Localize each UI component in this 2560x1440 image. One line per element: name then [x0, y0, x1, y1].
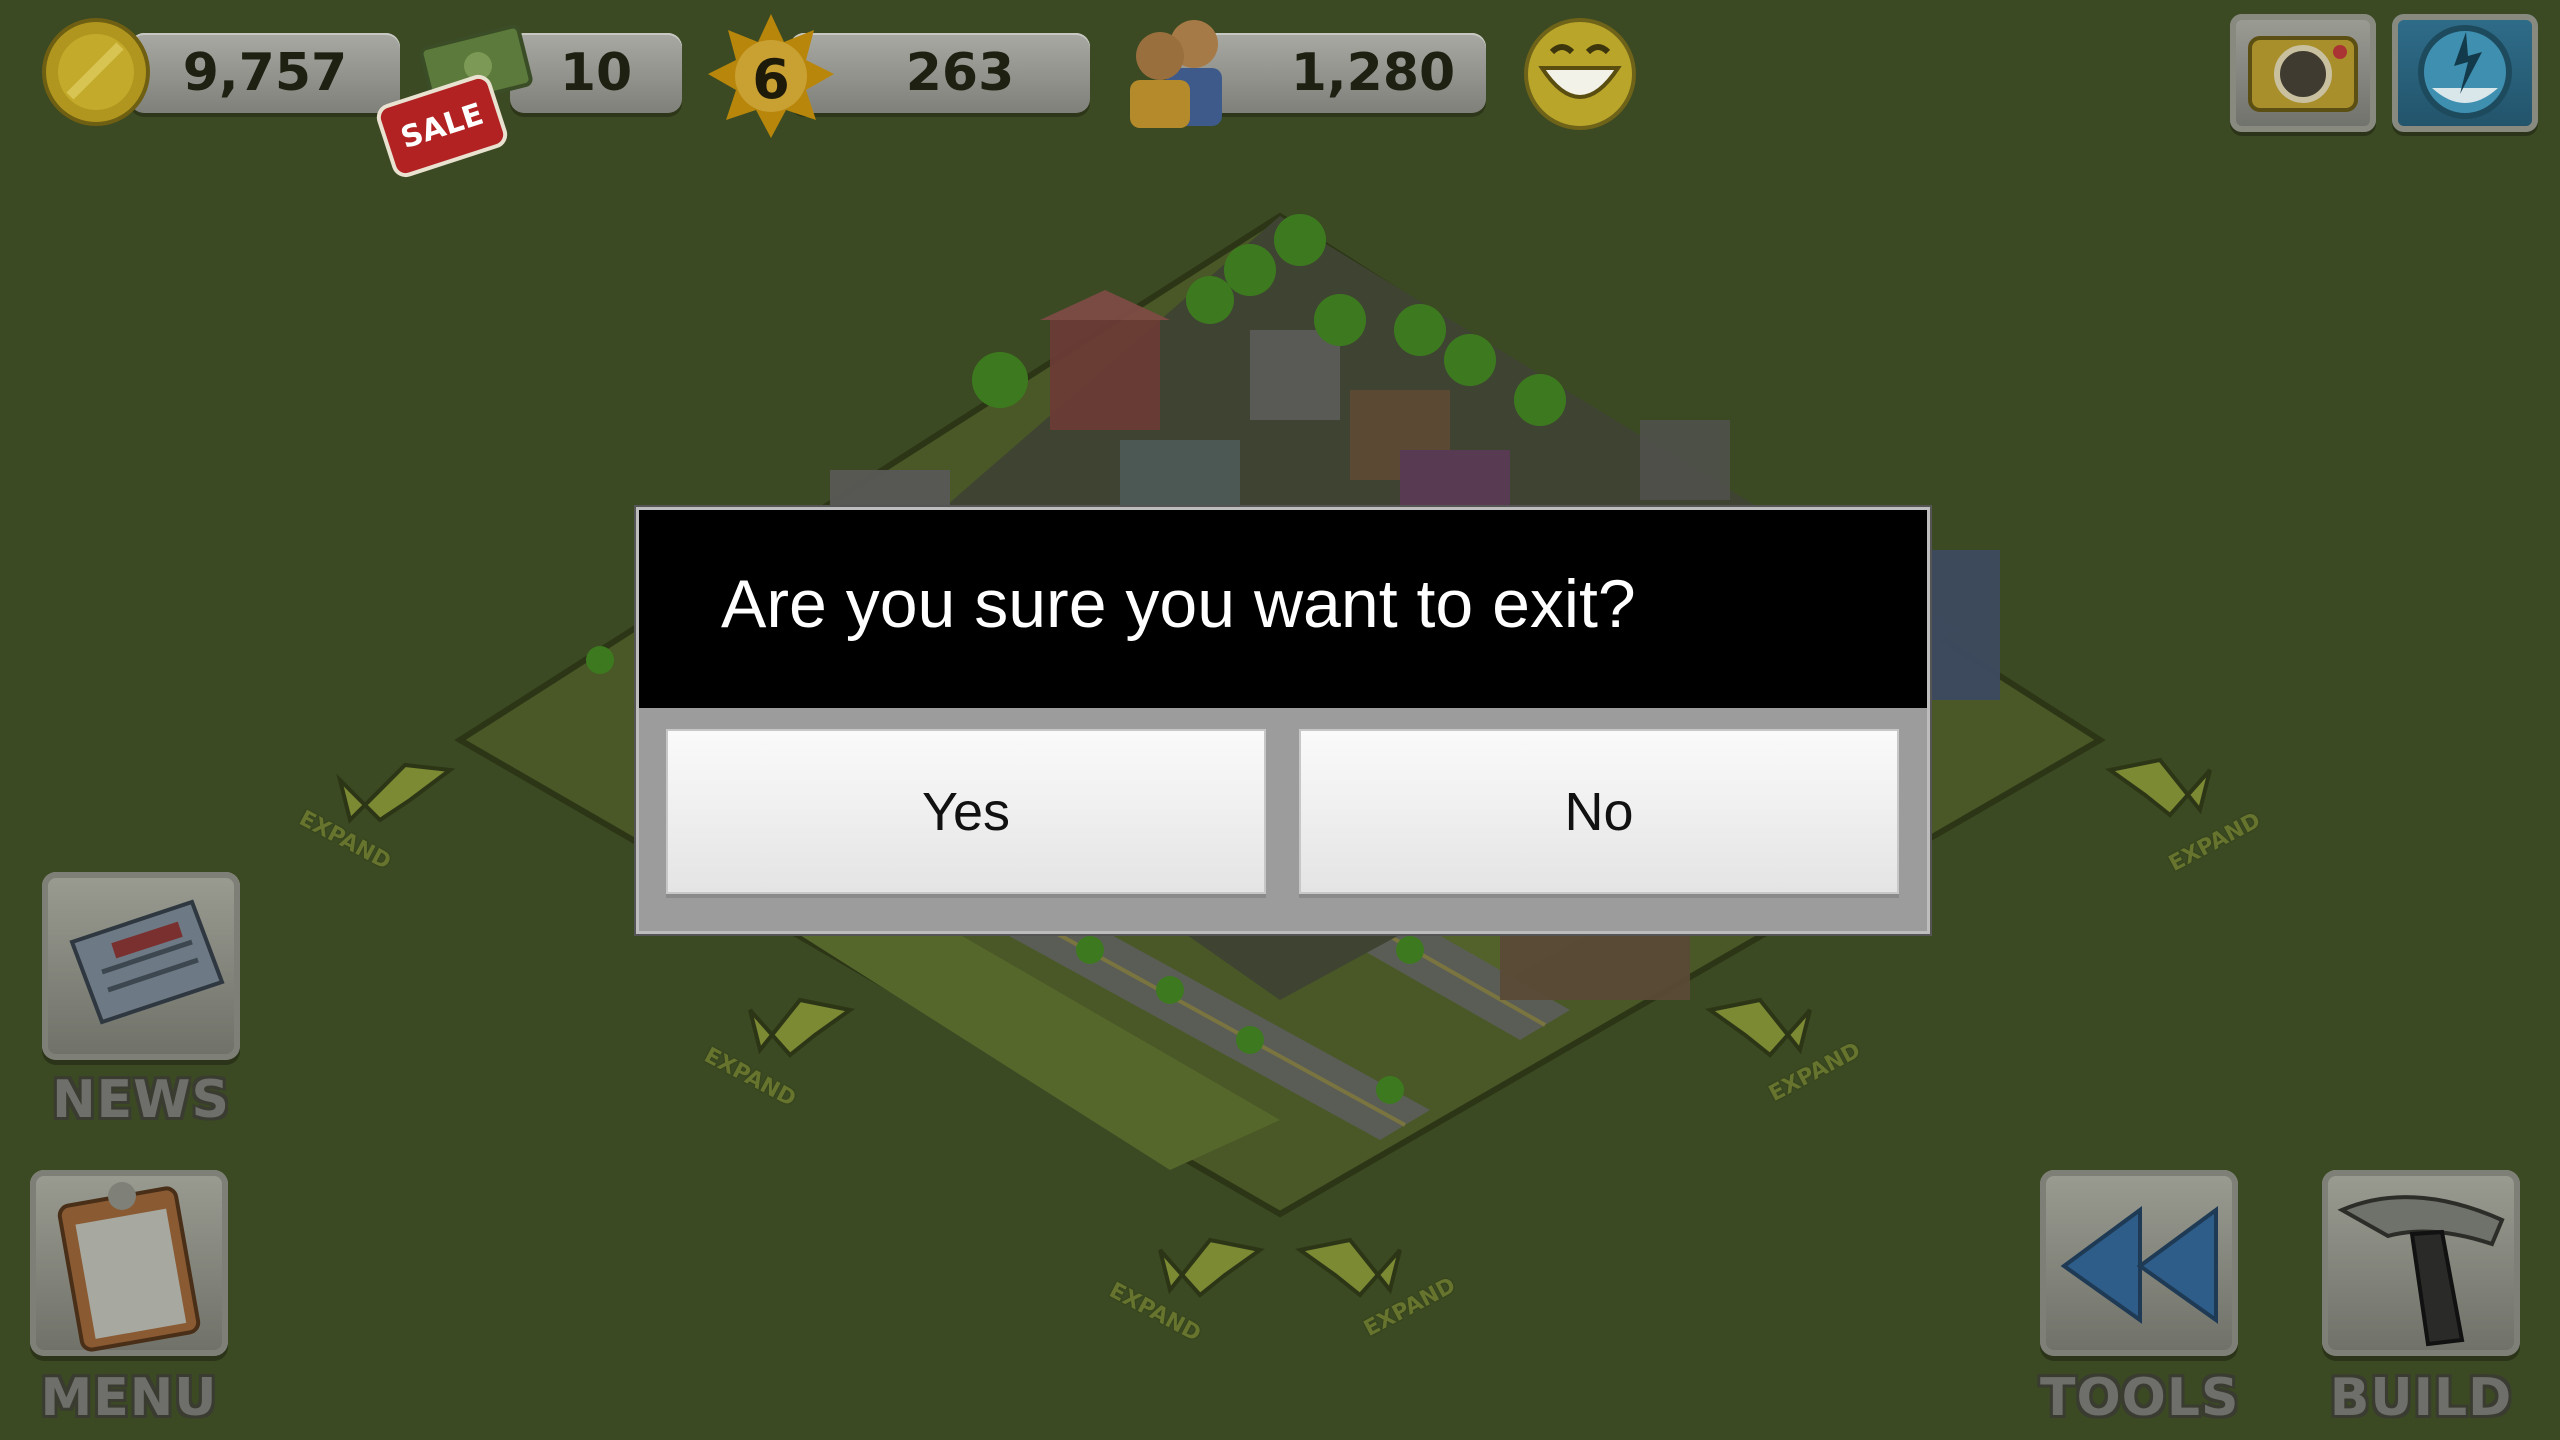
- tree: [1376, 1076, 1404, 1104]
- build-label: BUILD: [2329, 1368, 2513, 1428]
- dialog-message: Are you sure you want to exit?: [721, 566, 1636, 642]
- coin-icon[interactable]: [40, 16, 152, 128]
- expand-arrow-bottom-left: [1158, 1237, 1265, 1298]
- tree: [1396, 936, 1424, 964]
- tree: [1394, 304, 1446, 356]
- robot-mascot-icon: [2418, 25, 2512, 119]
- rewind-icon: [2060, 1206, 2218, 1324]
- xp-value: 263: [905, 43, 1015, 103]
- tree: [586, 646, 614, 674]
- population-icon[interactable]: [1120, 14, 1230, 130]
- building: [1500, 930, 1690, 1000]
- tree: [1186, 276, 1234, 324]
- camera-icon: [2248, 36, 2358, 112]
- tree: [1314, 294, 1366, 346]
- menu-button[interactable]: [30, 1170, 228, 1356]
- profile-button[interactable]: [2392, 14, 2538, 132]
- tree: [1514, 374, 1566, 426]
- building: [1400, 450, 1510, 510]
- hammer-icon: [2337, 1195, 2505, 1347]
- cash-value: 10: [559, 43, 633, 103]
- tree: [1274, 214, 1326, 266]
- tools-label: TOOLS: [2040, 1368, 2240, 1428]
- camera-button[interactable]: [2230, 14, 2376, 132]
- game-stage: EXPAND EXPAND EXPAND EXPAND EXPAND EXPAN…: [0, 0, 2560, 1440]
- exit-dialog: Are you sure you want to exit? Yes No: [636, 507, 1930, 934]
- building: [1050, 320, 1160, 430]
- tree: [1156, 976, 1184, 1004]
- tree: [972, 352, 1028, 408]
- building: [1930, 550, 2000, 700]
- building: [1250, 330, 1340, 420]
- no-button[interactable]: No: [1299, 729, 1899, 894]
- coins-value: 9,757: [182, 43, 348, 103]
- build-button[interactable]: [2322, 1170, 2520, 1356]
- population-value: 1,280: [1290, 43, 1456, 103]
- menu-label: MENU: [40, 1368, 218, 1428]
- expand-arrow-right-mid: [1705, 997, 1812, 1058]
- dialog-header: Are you sure you want to exit?: [639, 510, 1927, 708]
- clipboard-icon: [57, 1182, 201, 1352]
- news-button[interactable]: [42, 872, 240, 1060]
- news-label: NEWS: [52, 1070, 230, 1130]
- level-value: 6: [752, 48, 790, 111]
- tree: [1444, 334, 1496, 386]
- expand-arrow-left-upper: [336, 762, 456, 824]
- expand-arrow-left-mid: [748, 997, 855, 1058]
- building: [1120, 440, 1240, 510]
- yes-button[interactable]: Yes: [666, 729, 1266, 894]
- newspaper-icon: [69, 899, 225, 1025]
- tools-button[interactable]: [2040, 1170, 2238, 1356]
- building: [1640, 420, 1730, 500]
- tree: [1224, 244, 1276, 296]
- expand-arrow-right-upper: [2105, 757, 2212, 818]
- tree: [1076, 936, 1104, 964]
- happiness-smiley-icon[interactable]: [1522, 16, 1638, 132]
- sale-tag-label: SALE: [396, 96, 488, 156]
- coins-counter[interactable]: 9,757: [130, 33, 400, 113]
- expand-arrow-bottom-right: [1295, 1237, 1402, 1298]
- tree: [1236, 1026, 1264, 1054]
